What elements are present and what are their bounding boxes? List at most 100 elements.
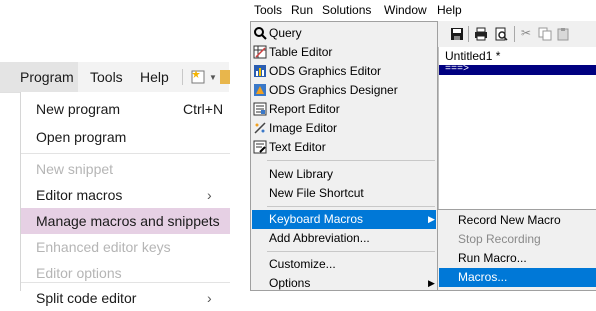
- menu-item-new-file-shortcut[interactable]: New File Shortcut: [252, 184, 436, 203]
- editor-panel-left: Program Tools Help ▼ New program Ctrl+N …: [0, 0, 230, 306]
- menu-item-options[interactable]: Options ▶: [252, 274, 436, 293]
- menu-item-label: Enhanced editor keys: [36, 239, 171, 255]
- graphics-designer-icon: [254, 84, 266, 96]
- menu-item-label: Run Macro...: [458, 251, 527, 265]
- menu-item-query[interactable]: Query: [252, 24, 436, 43]
- image-editor-icon: [254, 122, 266, 134]
- menu-item-label: New program: [36, 101, 121, 117]
- menu-solutions[interactable]: Solutions: [322, 0, 371, 21]
- command-line[interactable]: ===>: [439, 65, 596, 75]
- menu-item-split-code-editor[interactable]: Split code editor ›: [21, 285, 230, 311]
- folder-icon[interactable]: [220, 70, 230, 84]
- document-title-bar: Untitled1 *: [439, 47, 596, 65]
- new-item-star-icon[interactable]: [190, 69, 206, 85]
- menu-item-label: ODS Graphics Designer: [269, 83, 398, 97]
- menu-bar-right: Tools Run Solutions Window Help: [250, 0, 596, 21]
- menu-item-label: Options: [269, 276, 311, 290]
- menu-item-enhanced-editor-keys: Enhanced editor keys: [21, 234, 230, 260]
- menu-item-label: New File Shortcut: [269, 186, 364, 200]
- menu-tools-label: Tools: [90, 69, 123, 85]
- dropdown-caret-icon[interactable]: ▼: [209, 73, 217, 82]
- document-title: Untitled1 *: [445, 49, 501, 63]
- menu-tools[interactable]: Tools: [254, 0, 282, 21]
- cut-icon[interactable]: ✂: [521, 26, 531, 40]
- submenu-arrow-icon: ▶: [428, 278, 435, 288]
- menu-item-label: Table Editor: [269, 45, 333, 59]
- menu-label: Window: [384, 3, 427, 17]
- menu-label: Solutions: [322, 3, 372, 17]
- menu-item-report-editor[interactable]: Report Editor: [252, 100, 436, 119]
- menu-help[interactable]: Help: [437, 0, 462, 21]
- menu-item-keyboard-macros[interactable]: Keyboard Macros ▶: [252, 210, 436, 229]
- menu-item-text-editor[interactable]: Text Editor: [252, 138, 436, 157]
- report-editor-icon: [253, 102, 267, 116]
- menu-separator: [267, 251, 435, 252]
- menu-item-label: Image Editor: [269, 121, 338, 135]
- menu-item-label: Add Abbreviation...: [269, 231, 370, 245]
- menu-item-macros[interactable]: Macros...: [439, 268, 596, 287]
- toolbar: ✂: [438, 21, 596, 47]
- toolbar-divider: [514, 26, 515, 42]
- menu-item-stop-recording: Stop Recording: [439, 230, 596, 249]
- command-prompt: ===>: [445, 64, 470, 75]
- menu-item-label: Record New Macro: [458, 213, 561, 227]
- menu-item-add-abbreviation[interactable]: Add Abbreviation...: [252, 229, 436, 248]
- menu-item-open-program[interactable]: Open program: [21, 124, 230, 150]
- toolbar-divider: [468, 26, 469, 42]
- menu-item-label: Text Editor: [269, 140, 326, 154]
- menu-item-ods-graphics-editor[interactable]: ODS Graphics Editor: [252, 62, 436, 81]
- menu-program[interactable]: Program: [0, 62, 78, 92]
- menu-item-manage-macros-snippets[interactable]: Manage macros and snippets: [21, 208, 230, 234]
- editor-panel-right: Tools Run Solutions Window Help ✂ Untitl…: [250, 0, 596, 291]
- menu-item-label: New Library: [269, 167, 334, 181]
- menu-label: Run: [291, 3, 314, 17]
- menu-window[interactable]: Window: [384, 0, 427, 21]
- menu-separator: [267, 160, 435, 161]
- menu-bar-left: Program Tools Help ▼: [0, 62, 230, 93]
- menu-item-label: Manage macros and snippets: [36, 213, 220, 229]
- graphics-editor-icon: [254, 65, 266, 77]
- copy-icon[interactable]: [538, 27, 552, 41]
- query-icon: [254, 27, 267, 40]
- menu-item-ods-graphics-designer[interactable]: ODS Graphics Designer: [252, 81, 436, 100]
- menu-item-customize[interactable]: Customize...: [252, 255, 436, 274]
- menu-tools[interactable]: Tools: [90, 62, 130, 92]
- chevron-right-icon: ›: [207, 187, 212, 203]
- print-preview-icon[interactable]: [494, 27, 508, 41]
- menu-item-label: Open program: [36, 129, 127, 145]
- menu-item-record-new-macro[interactable]: Record New Macro: [439, 211, 596, 230]
- menu-item-label: ODS Graphics Editor: [269, 64, 382, 78]
- keyboard-macros-submenu: Record New Macro Stop Recording Run Macr…: [437, 209, 596, 291]
- menu-separator: [21, 153, 230, 154]
- menu-item-label: Keyboard Macros: [269, 212, 364, 226]
- menu-item-table-editor[interactable]: Table Editor: [252, 43, 436, 62]
- menu-item-new-library[interactable]: New Library: [252, 165, 436, 184]
- menu-item-image-editor[interactable]: Image Editor: [252, 119, 436, 138]
- menu-item-label: Editor macros: [36, 187, 123, 203]
- menu-label: Tools: [254, 3, 283, 17]
- menu-item-label: Query: [269, 26, 302, 40]
- table-editor-icon: [253, 45, 267, 59]
- paste-icon[interactable]: [556, 27, 570, 41]
- menu-item-label: Customize...: [269, 257, 336, 271]
- menu-item-label: New snippet: [36, 161, 114, 177]
- shortcut-label: Ctrl+N: [183, 101, 224, 117]
- submenu-arrow-icon: ▶: [428, 214, 435, 224]
- menu-item-new-program[interactable]: New program Ctrl+N: [21, 96, 230, 122]
- menu-item-label: Stop Recording: [458, 232, 541, 246]
- print-icon[interactable]: [474, 27, 488, 41]
- menu-separator: [267, 206, 435, 207]
- menu-help[interactable]: Help: [140, 62, 176, 92]
- menu-item-label: Split code editor: [36, 290, 137, 306]
- save-icon[interactable]: [450, 27, 464, 41]
- menu-item-new-snippet: New snippet: [21, 156, 230, 182]
- menu-item-run-macro[interactable]: Run Macro...: [439, 249, 596, 268]
- menu-item-editor-macros[interactable]: Editor macros ›: [21, 182, 230, 208]
- menu-item-label: Report Editor: [269, 102, 340, 116]
- menu-run[interactable]: Run: [291, 0, 313, 21]
- program-dropdown-menu: New program Ctrl+N Open program New snip…: [20, 92, 230, 306]
- menu-separator: [21, 282, 230, 283]
- chevron-right-icon: ›: [207, 290, 212, 306]
- menu-program-label: Program: [20, 69, 74, 85]
- tools-dropdown-menu: Query Table Editor ODS Graphics Editor O…: [250, 21, 438, 291]
